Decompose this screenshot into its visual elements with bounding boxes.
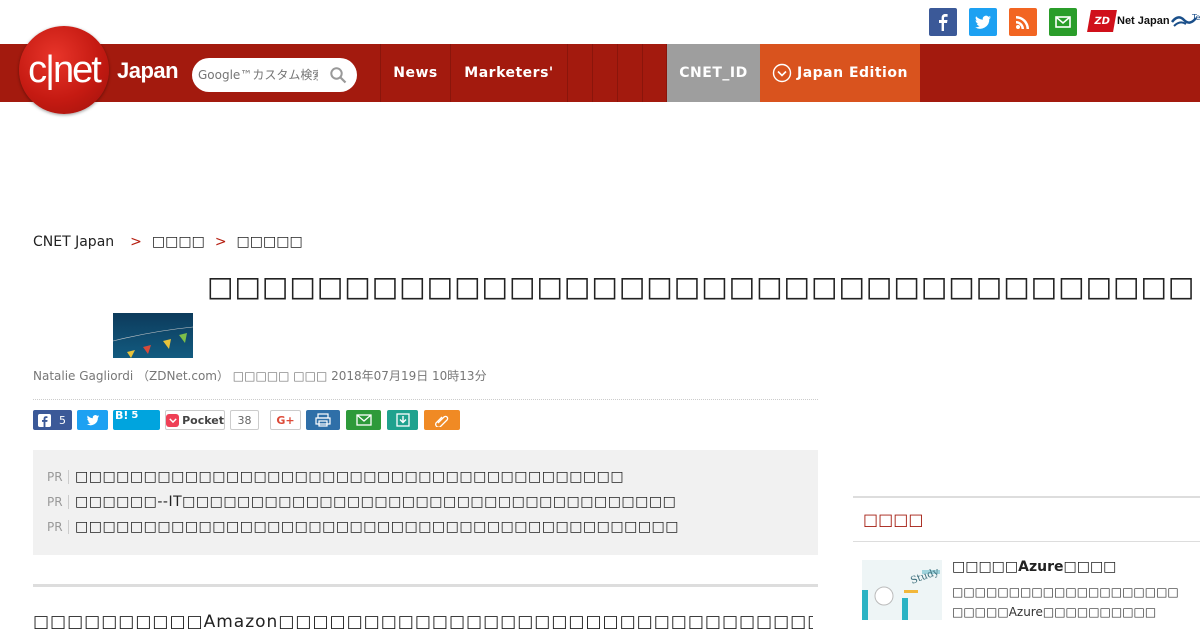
- article-body-text: □□□□□□□□□□Amazon□□□□□□□□□□□□□□□□□□□□□□□□…: [33, 612, 813, 630]
- pocket-icon: [166, 413, 180, 427]
- article-body-divider: [33, 584, 818, 587]
- twitter-icon[interactable]: [969, 8, 997, 36]
- breadcrumb-separator: >: [130, 234, 142, 250]
- hatena-label: B!: [115, 409, 129, 422]
- print-icon: [315, 413, 331, 427]
- pr-link-text[interactable]: □□□□□□--IT□□□□□□□□□□□□□□□□□□□□□□□□□□□□□□…: [75, 494, 676, 510]
- nav-item-blank-2[interactable]: [592, 44, 617, 102]
- zdnet-badge: ZD: [1087, 10, 1117, 32]
- article-headline: □□□□□□□□□□□□□□□□□□□□□□□□□□□□□□□□□□□□: [207, 270, 1196, 303]
- search-input[interactable]: [198, 68, 318, 82]
- pr-tag: PR: [47, 469, 69, 484]
- breadcrumb-level2[interactable]: □□□□□: [237, 234, 303, 250]
- sidebar-heading-divider: [853, 541, 1200, 542]
- chevron-down-icon: [772, 63, 792, 83]
- facebook-share-button[interactable]: 5: [33, 410, 72, 430]
- pr-tag: PR: [47, 519, 69, 534]
- nav-item-blank-1[interactable]: [567, 44, 592, 102]
- article-byline: Natalie Gagliordi （ZDNet.com） □□□□□ □□□ …: [33, 369, 487, 383]
- save-button[interactable]: [387, 410, 418, 430]
- sidebar-top-divider: [853, 496, 1200, 498]
- pocket-label: Pocket: [182, 413, 224, 427]
- sidebar-item-title[interactable]: □□□□□Azure□□□□: [952, 559, 1116, 575]
- search-icon[interactable]: [329, 66, 347, 84]
- pr-link-text[interactable]: □□□□□□□□□□□□□□□□□□□□□□□□□□□□□□□□□□□□□□□□…: [75, 519, 679, 535]
- article-thumbnail: [113, 313, 193, 358]
- print-button[interactable]: [306, 410, 340, 430]
- cnet-logo-mark: c|net: [28, 48, 102, 91]
- nav-cnet-id[interactable]: CNET_ID: [667, 44, 760, 102]
- pr-tag: PR: [47, 494, 69, 509]
- facebook-share-count: 5: [59, 413, 66, 427]
- pr-item[interactable]: PR □□□□□□□□□□□□□□□□□□□□□□□□□□□□□□□□□□□□□…: [47, 514, 804, 539]
- hatena-bookmark-button[interactable]: B! 5: [113, 410, 160, 430]
- sidebar-item-desc-line: □□□□□□□□□□□□□□□□□□□□: [952, 585, 1179, 599]
- pocket-button[interactable]: Pocket: [165, 410, 225, 430]
- paperclip-icon: [435, 415, 449, 427]
- sidebar-item-thumbnail[interactable]: Study: [862, 560, 942, 620]
- top-social-strip: ZD Net Japan Te: [0, 0, 1200, 44]
- mail-icon: [355, 414, 372, 426]
- zdnet-japan-link[interactable]: ZD Net Japan: [1087, 9, 1170, 33]
- breadcrumb: CNET Japan > □□□□ > □□□□□: [33, 234, 303, 250]
- breadcrumb-home[interactable]: CNET Japan: [33, 234, 114, 250]
- clip-button[interactable]: [424, 410, 460, 430]
- byline-divider: [33, 399, 818, 400]
- nav-news[interactable]: News: [380, 44, 450, 102]
- sidebar-item-desc-line: □□□□□Azure□□□□□□□□□□: [952, 605, 1157, 619]
- nav-edition-selector[interactable]: Japan Edition: [760, 44, 920, 102]
- download-icon: [395, 413, 410, 427]
- mail-icon[interactable]: [1049, 8, 1077, 36]
- facebook-icon: [38, 413, 51, 427]
- facebook-icon[interactable]: [929, 8, 957, 36]
- google-plus-button[interactable]: G+: [270, 410, 301, 430]
- pr-item[interactable]: PR □□□□□□□□□□□□□□□□□□□□□□□□□□□□□□□□□□□□□…: [47, 464, 804, 489]
- search-box: [192, 58, 357, 92]
- sidebar-heading: □□□□: [863, 510, 924, 529]
- pr-links-box: PR □□□□□□□□□□□□□□□□□□□□□□□□□□□□□□□□□□□□□…: [33, 450, 818, 555]
- breadcrumb-separator: >: [214, 234, 227, 250]
- zdnet-label: Net Japan: [1117, 15, 1170, 27]
- svg-text:Te: Te: [1191, 13, 1200, 22]
- twitter-share-button[interactable]: [77, 410, 108, 430]
- cnet-logo[interactable]: c|net: [19, 26, 109, 114]
- pr-item[interactable]: PR □□□□□□--IT□□□□□□□□□□□□□□□□□□□□□□□□□□□…: [47, 489, 804, 514]
- nav-item-blank-3[interactable]: [617, 44, 642, 102]
- nav-marketers[interactable]: Marketers': [450, 44, 567, 102]
- pr-link-text[interactable]: □□□□□□□□□□□□□□□□□□□□□□□□□□□□□□□□□□□□□□□□: [75, 469, 624, 485]
- email-share-button[interactable]: [346, 410, 381, 430]
- nav-item-blank-4[interactable]: [642, 44, 667, 102]
- techrepublic-icon[interactable]: Te: [1170, 10, 1200, 32]
- breadcrumb-level1[interactable]: □□□□: [152, 234, 205, 250]
- edition-label: Japan Edition: [797, 65, 908, 81]
- hatena-count: 5: [131, 410, 139, 421]
- twitter-icon: [86, 415, 99, 426]
- sidebar-item-description: □□□□□□□□□□□□□□□□□□□□ □□□□□Azure□□□□□□□□□…: [952, 582, 1192, 622]
- rss-icon[interactable]: [1009, 8, 1037, 36]
- logo-region-label: Japan: [117, 58, 179, 83]
- pocket-count: 38: [230, 410, 259, 430]
